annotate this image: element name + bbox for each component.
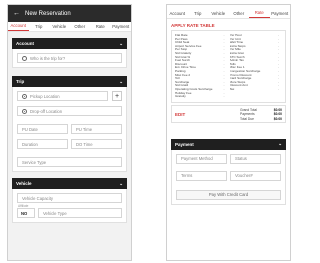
payment-status-select[interactable]: Status bbox=[230, 153, 281, 164]
dropoff-placeholder: Drop-off Location bbox=[30, 108, 63, 114]
edit-rates-button[interactable]: EDIT bbox=[175, 112, 185, 117]
trip-section-body: Pickup Location + Drop-off Location PU D… bbox=[12, 87, 127, 172]
account-section-header[interactable]: Account ⌄ bbox=[12, 38, 127, 49]
apply-rate-table-link[interactable]: APPLY RATE TABLE bbox=[167, 19, 290, 30]
duration-placeholder: Duration bbox=[22, 141, 38, 147]
trip-for-placeholder: Who is the trip for? bbox=[30, 55, 66, 61]
payment-section-body: Payment Method Status Terms Voucher# Pay… bbox=[171, 149, 286, 205]
duration-row: Duration DO Time bbox=[17, 139, 122, 149]
pu-time-placeholder: PU Time bbox=[76, 126, 93, 132]
pu-date-placeholder: PU Date bbox=[22, 126, 38, 132]
chevron-down-icon: ⌄ bbox=[119, 40, 123, 46]
vehicle-capacity-input[interactable]: Vehicle Capacity bbox=[17, 193, 122, 203]
dropoff-location-input[interactable]: Drop-off Location bbox=[17, 106, 122, 116]
page-title: New Reservation bbox=[25, 10, 71, 17]
pu-date-input[interactable]: PU Date bbox=[17, 124, 68, 134]
vehicle-section-body: Vehicle Capacity Affiliate NO Vehicle Ty… bbox=[12, 189, 127, 223]
rate-column-left: Flat Rate - Per Pass - Child Seat - Airport Se… bbox=[175, 34, 228, 99]
pu-time-input[interactable]: PU Time bbox=[71, 124, 122, 134]
tab-other[interactable]: Other bbox=[70, 24, 91, 31]
terms-select[interactable]: Terms bbox=[176, 170, 227, 181]
rate-label: Gratuity bbox=[175, 95, 186, 99]
do-time-placeholder: DO Time bbox=[76, 141, 93, 147]
rate-table: Flat Rate - Per Pass - Child Seat - Airport Se… bbox=[171, 30, 286, 103]
tab-account[interactable]: Account bbox=[8, 23, 29, 31]
vehicle-capacity-placeholder: Vehicle Capacity bbox=[22, 195, 53, 201]
payment-status-placeholder: Status bbox=[235, 156, 247, 162]
tab-rate[interactable]: Rate bbox=[249, 10, 270, 18]
tab-payment[interactable]: Payment bbox=[111, 24, 132, 31]
payment-method-row: Payment Method Status bbox=[176, 153, 281, 164]
pickup-date-time-row: PU Date PU Time bbox=[17, 124, 122, 134]
rate-value: - bbox=[223, 95, 225, 99]
payment-method-select[interactable]: Payment Method bbox=[176, 153, 227, 164]
tab-rate[interactable]: Rate bbox=[90, 24, 111, 31]
vehicle-type-select[interactable]: Vehicle Type bbox=[38, 208, 122, 218]
add-stop-button[interactable]: + bbox=[112, 91, 122, 101]
pickup-placeholder: Pickup Location bbox=[30, 93, 60, 99]
rate-row: Gratuity - bbox=[175, 95, 228, 99]
tab-account[interactable]: Account bbox=[167, 11, 188, 18]
reservation-tabs: Account Trip Vehicle Other Rate Payment bbox=[8, 22, 131, 32]
person-icon bbox=[22, 55, 27, 61]
terms-row: Terms Voucher# bbox=[176, 170, 281, 181]
pickup-row: Pickup Location + bbox=[17, 91, 122, 101]
service-type-select[interactable]: Service Type bbox=[17, 157, 122, 167]
back-arrow-icon[interactable]: ← bbox=[13, 10, 20, 17]
payment-method-placeholder: Payment Method bbox=[181, 156, 213, 162]
pickup-location-input[interactable]: Pickup Location bbox=[17, 91, 108, 101]
trip-section-header[interactable]: Trip ⌄ bbox=[12, 76, 127, 87]
location-pin-icon bbox=[22, 93, 27, 99]
terms-placeholder: Terms bbox=[181, 173, 193, 179]
rate-screen: Account Trip Vehicle Other Rate Payment … bbox=[166, 4, 291, 261]
tab-trip[interactable]: Trip bbox=[29, 24, 50, 31]
vehicle-section-title: Vehicle bbox=[16, 181, 32, 186]
location-pin-icon bbox=[22, 108, 27, 114]
total-due-row: Total Due $0.00 bbox=[240, 117, 282, 122]
tab-other[interactable]: Other bbox=[229, 11, 250, 18]
voucher-input[interactable]: Voucher# bbox=[230, 170, 281, 181]
duration-input[interactable]: Duration bbox=[17, 139, 68, 149]
account-section-body: Who is the trip for? bbox=[12, 49, 127, 68]
reservation-tabs: Account Trip Vehicle Other Rate Payment bbox=[167, 5, 290, 19]
tab-vehicle[interactable]: Vehicle bbox=[49, 24, 70, 31]
payment-section-header[interactable]: Payment ⌄ bbox=[171, 138, 286, 150]
trip-for-input[interactable]: Who is the trip for? bbox=[17, 53, 122, 63]
totals-block: EDIT Grand Total $0.00 Payments $0.00 To… bbox=[171, 104, 286, 123]
affiliate-row: NO Vehicle Type bbox=[17, 208, 122, 218]
new-reservation-screen: ← New Reservation Account Trip Vehicle O… bbox=[7, 4, 132, 261]
do-time-input[interactable]: DO Time bbox=[71, 139, 122, 149]
rate-row: Tax - bbox=[230, 88, 283, 92]
rate-label: Tax bbox=[229, 87, 235, 91]
pay-with-credit-card-button[interactable]: Pay With Credit Card bbox=[176, 189, 281, 200]
account-section-title: Account bbox=[16, 41, 34, 46]
voucher-placeholder: Voucher# bbox=[235, 173, 253, 179]
tab-payment[interactable]: Payment bbox=[270, 11, 291, 18]
chevron-down-icon: ⌄ bbox=[119, 180, 123, 186]
service-type-placeholder: Service Type bbox=[22, 159, 47, 165]
tab-vehicle[interactable]: Vehicle bbox=[208, 11, 229, 18]
totals-list: Grand Total $0.00 Payments $0.00 Total D… bbox=[240, 108, 282, 122]
tab-trip[interactable]: Trip bbox=[188, 11, 209, 18]
payment-section-title: Payment bbox=[175, 141, 194, 147]
total-due-value: $0.00 bbox=[273, 116, 282, 121]
rate-value: - bbox=[277, 87, 279, 91]
chevron-down-icon: ⌄ bbox=[278, 141, 282, 147]
affiliate-select[interactable]: NO bbox=[17, 208, 35, 218]
trip-section-title: Trip bbox=[16, 79, 25, 84]
rate-column-right: Per Hour - Per Unit - Wait Time - Extra Stops -… bbox=[230, 34, 283, 99]
total-due-label: Total Due bbox=[240, 116, 254, 121]
chevron-down-icon: ⌄ bbox=[119, 78, 123, 84]
app-header: ← New Reservation bbox=[8, 5, 131, 22]
vehicle-type-placeholder: Vehicle Type bbox=[43, 210, 67, 216]
vehicle-section-header[interactable]: Vehicle ⌄ bbox=[12, 178, 127, 189]
